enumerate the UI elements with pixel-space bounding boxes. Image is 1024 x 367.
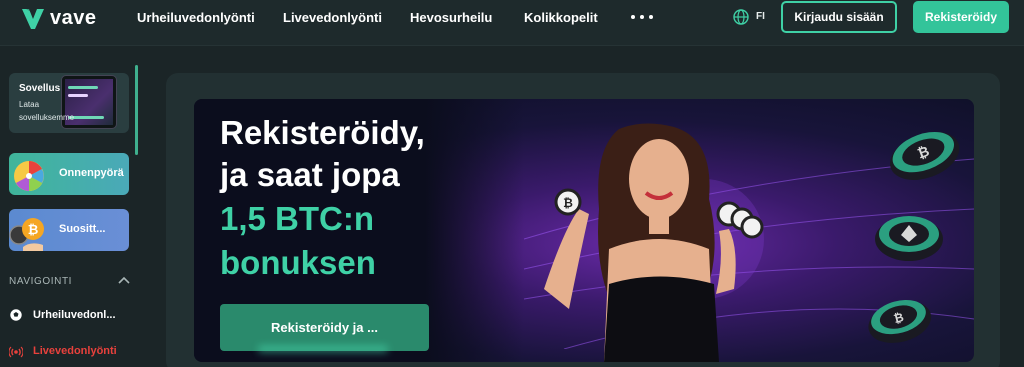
- soccer-ball-icon: [9, 308, 23, 322]
- nav-slots[interactable]: Kolikkopelit: [524, 10, 598, 25]
- sidebar-item-label: Livevedonlyönti: [33, 345, 117, 357]
- banner-heading-line-1: Rekisteröidy,: [220, 114, 425, 151]
- wheel-icon: [14, 161, 44, 191]
- wheel-of-fortune-promo[interactable]: Onnenpyörä: [9, 153, 129, 195]
- svg-text:₿: ₿: [563, 196, 573, 210]
- live-broadcast-icon: [9, 346, 23, 358]
- globe-icon[interactable]: [733, 9, 749, 25]
- svg-text:₿: ₿: [28, 223, 39, 238]
- banner-heading-line-2: ja saat jopa: [220, 156, 400, 193]
- app-card-subtitle: Lataa sovelluksemme: [19, 100, 75, 122]
- register-button[interactable]: Rekisteröidy: [913, 1, 1009, 33]
- promo-banner[interactable]: ₿ ₿ ₿ Rekisteröidy, ja saat jopa 1,5 BTC…: [194, 99, 974, 362]
- wheel-promo-label: Onnenpyörä: [59, 167, 124, 179]
- sidebar-item-label: Urheiluvedonl...: [33, 309, 116, 321]
- app-card-title: Sovellus: [19, 83, 61, 94]
- top-header: vave Urheiluvedonlyönti Livevedonlyönti …: [0, 0, 1024, 46]
- vave-logo[interactable]: vave: [20, 5, 97, 31]
- nav-sports-betting[interactable]: Urheiluvedonlyönti: [137, 10, 255, 25]
- login-button[interactable]: Kirjaudu sisään: [781, 1, 897, 33]
- bitcoin-coin-icon: ₿: [9, 218, 44, 251]
- brand-name: vave: [50, 6, 97, 29]
- sidebar-item-live-betting[interactable]: Livevedonlyönti: [9, 344, 117, 358]
- floating-crypto-coins: ₿ ₿: [868, 131, 960, 343]
- chevron-up-icon[interactable]: [118, 275, 130, 285]
- banner-heading-line-3: 1,5 BTC:n: [220, 200, 375, 237]
- sidebar-scrollbar[interactable]: [135, 65, 138, 155]
- nav-live-betting[interactable]: Livevedonlyönti: [283, 10, 382, 25]
- vave-logo-icon: [22, 9, 44, 29]
- referral-promo-label: Suositt...: [59, 223, 106, 235]
- casino-hostess-illustration: ₿: [544, 123, 764, 362]
- nav-horse-racing[interactable]: Hevosurheilu: [410, 10, 492, 25]
- language-selector[interactable]: FI: [756, 11, 765, 22]
- referral-promo[interactable]: ₿ Suositt...: [9, 209, 129, 251]
- sidebar: Sovellus Lataa sovelluksemme Onnenpyörä …: [0, 47, 150, 367]
- more-menu-icon[interactable]: [631, 14, 653, 20]
- sidebar-item-sports-betting[interactable]: Urheiluvedonl...: [9, 308, 116, 322]
- navigation-heading: NAVIGOINTI: [9, 276, 73, 287]
- banner-register-button[interactable]: Rekisteröidy ja ...: [220, 304, 429, 351]
- app-download-card[interactable]: Sovellus Lataa sovelluksemme: [9, 73, 129, 133]
- cta-glow-decoration: [258, 346, 388, 352]
- banner-heading-line-4: bonuksen: [220, 244, 376, 281]
